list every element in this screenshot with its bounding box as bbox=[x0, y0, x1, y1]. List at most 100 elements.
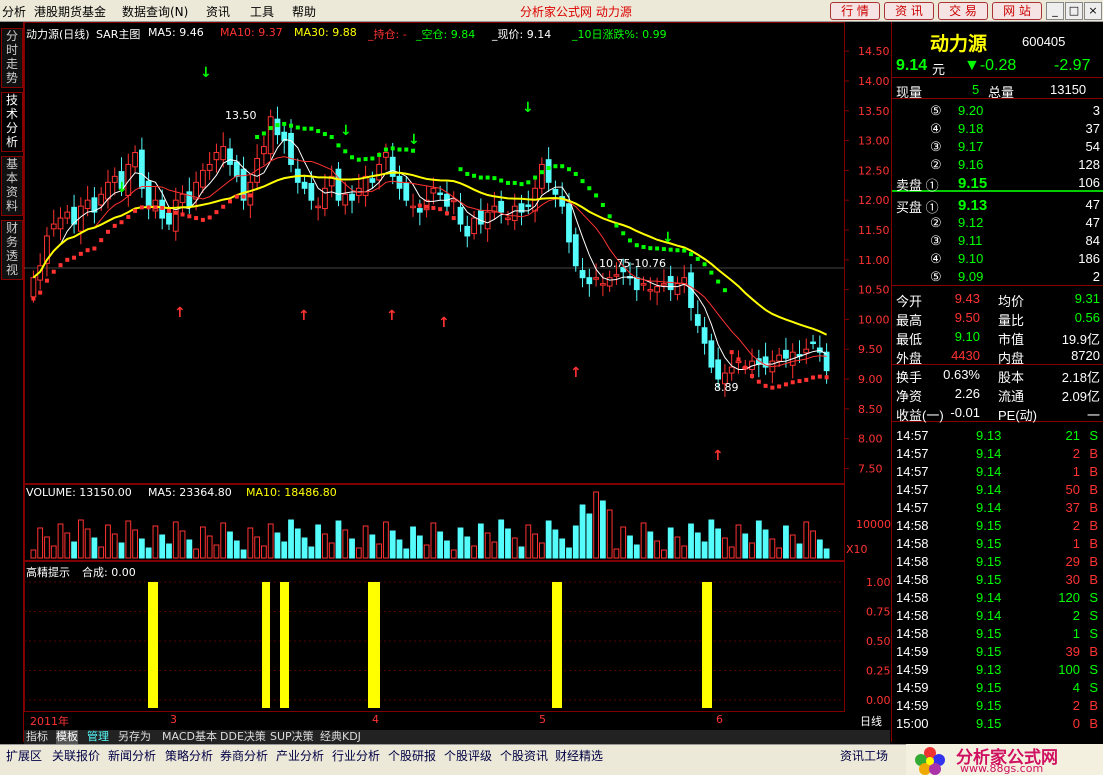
candle-body bbox=[437, 192, 444, 196]
foot-tab[interactable]: 行业分析 bbox=[332, 747, 380, 764]
foot-tab[interactable]: 扩展区 bbox=[6, 747, 42, 764]
volume-bar bbox=[803, 521, 810, 559]
volume-bar bbox=[728, 546, 735, 559]
candle-body bbox=[471, 217, 477, 235]
tab-fundamentals[interactable]: 基本资料 bbox=[1, 156, 23, 216]
volume-unit: X10 bbox=[846, 543, 868, 556]
tab-save-as[interactable]: 另存为 bbox=[118, 730, 151, 744]
tab-macd[interactable]: MACD基本 bbox=[162, 730, 217, 744]
volume-bar bbox=[389, 530, 396, 559]
candle-body bbox=[545, 159, 552, 183]
buy-price: 9.11 bbox=[958, 233, 983, 248]
quote-button[interactable]: 行 情 bbox=[830, 2, 880, 20]
volume-bar bbox=[423, 544, 430, 559]
foot-tab[interactable]: 个股资讯 bbox=[500, 747, 548, 764]
sar-dot bbox=[248, 193, 253, 198]
trade-button[interactable]: 交 易 bbox=[938, 2, 988, 20]
volume-bar bbox=[57, 523, 64, 559]
foot-tab[interactable]: 资讯工场 bbox=[840, 747, 888, 764]
foot-tab[interactable]: 策略分析 bbox=[165, 747, 213, 764]
stat-value-2: 2.09亿 bbox=[1061, 389, 1100, 404]
volume-bar bbox=[342, 529, 349, 559]
volume-bar bbox=[755, 520, 762, 559]
buy-volume: 186 bbox=[1078, 251, 1100, 266]
info-button[interactable]: 资 讯 bbox=[884, 2, 934, 20]
sell-arrow-icon: ↓ bbox=[662, 230, 674, 246]
stat-value-2: 一 bbox=[1086, 408, 1100, 423]
sar-dot bbox=[282, 121, 287, 126]
sar-dot bbox=[533, 175, 538, 180]
tab-time-share[interactable]: 分时走势 bbox=[1, 28, 23, 88]
sar-dot bbox=[472, 173, 477, 178]
volume-bar bbox=[586, 513, 593, 559]
volume-bar bbox=[281, 541, 288, 559]
foot-tab[interactable]: 产业分析 bbox=[276, 747, 324, 764]
sell-level: 卖盘 ① bbox=[896, 178, 939, 193]
foot-tab[interactable]: 新闻分析 bbox=[108, 747, 156, 764]
sar-dot bbox=[173, 210, 178, 215]
menu-hk-futures[interactable]: 港股期货基金 bbox=[34, 3, 106, 20]
sar-dot bbox=[261, 131, 266, 136]
maximize-icon[interactable]: □ bbox=[1065, 2, 1083, 20]
tick-volume: 1 bbox=[1072, 464, 1080, 479]
menu-analysis[interactable]: 分析 bbox=[2, 3, 26, 20]
website-button[interactable]: 网 站 bbox=[992, 2, 1042, 20]
tab-manage[interactable]: 管理 bbox=[87, 730, 109, 744]
sell-row: ④ 9.18 37 bbox=[892, 120, 1103, 138]
price-tick-label: 8.50 bbox=[858, 403, 883, 416]
sar-dot bbox=[336, 143, 341, 148]
stat-value-2: 2.18亿 bbox=[1061, 370, 1100, 385]
tab-dde[interactable]: DDE决策 bbox=[220, 730, 266, 744]
foot-tab[interactable]: 关联报价 bbox=[52, 747, 100, 764]
tick-price: 9.15 bbox=[976, 626, 1002, 641]
hold-label: _持仓: - bbox=[368, 28, 407, 41]
sar-dot bbox=[309, 126, 314, 131]
tab-sup[interactable]: SUP决策 bbox=[270, 730, 314, 744]
sar-dot bbox=[722, 288, 727, 293]
buy-volume: 47 bbox=[1085, 197, 1100, 212]
foot-tab[interactable]: 券商分析 bbox=[220, 747, 268, 764]
tick-volume: 39 bbox=[1065, 644, 1080, 659]
tab-template[interactable]: 模板 bbox=[56, 730, 78, 744]
volume-bar bbox=[206, 535, 213, 559]
tab-kdj[interactable]: 经典KDJ bbox=[320, 730, 361, 744]
candle-body bbox=[179, 193, 186, 204]
foot-tab[interactable]: 个股评级 bbox=[444, 747, 492, 764]
candle-body bbox=[552, 188, 559, 195]
foot-tab[interactable]: 个股研报 bbox=[388, 747, 436, 764]
tab-finance[interactable]: 财务透视 bbox=[1, 220, 23, 280]
tab-technical[interactable]: 技术分析 bbox=[1, 92, 23, 152]
sar-dot bbox=[756, 379, 761, 384]
minimize-icon[interactable]: _ bbox=[1046, 2, 1064, 20]
close-icon[interactable]: × bbox=[1084, 2, 1102, 20]
tick-row: 14:58 9.14 120 S bbox=[892, 589, 1103, 607]
volume-bar bbox=[620, 526, 627, 559]
buy-row: ③ 9.11 84 bbox=[892, 232, 1103, 250]
menu-help[interactable]: 帮助 bbox=[292, 3, 316, 20]
sar-dot bbox=[438, 207, 443, 212]
tick-side: B bbox=[1089, 518, 1098, 533]
sar-dot bbox=[58, 263, 63, 268]
menu-data-query[interactable]: 数据查询(N) bbox=[122, 3, 188, 20]
candle-body bbox=[105, 181, 111, 200]
sar-dot bbox=[431, 205, 436, 210]
volume-bar bbox=[477, 523, 484, 559]
volume-bar bbox=[457, 527, 464, 559]
candle-body bbox=[654, 286, 661, 293]
volume-bar bbox=[566, 547, 572, 559]
sar-dot bbox=[458, 167, 463, 172]
menu-info[interactable]: 资讯 bbox=[206, 3, 230, 20]
candle-body bbox=[735, 360, 742, 364]
tick-price: 9.13 bbox=[976, 662, 1002, 677]
sar-dot bbox=[51, 269, 56, 274]
candle-body bbox=[593, 277, 599, 280]
menu-tools[interactable]: 工具 bbox=[250, 3, 274, 20]
tab-indicator[interactable]: 指标 bbox=[26, 730, 48, 744]
kline-chart[interactable]: 14.50 14.00 13.50 13.00 12.50 12.00 11.50 11.00… bbox=[24, 22, 891, 730]
sar-dot bbox=[546, 166, 551, 171]
foot-tab[interactable]: 财经精选 bbox=[555, 747, 603, 764]
volume-bar bbox=[688, 523, 694, 559]
volume-bar bbox=[410, 526, 416, 559]
volume-bar bbox=[545, 520, 552, 559]
volume-bar bbox=[701, 541, 708, 559]
